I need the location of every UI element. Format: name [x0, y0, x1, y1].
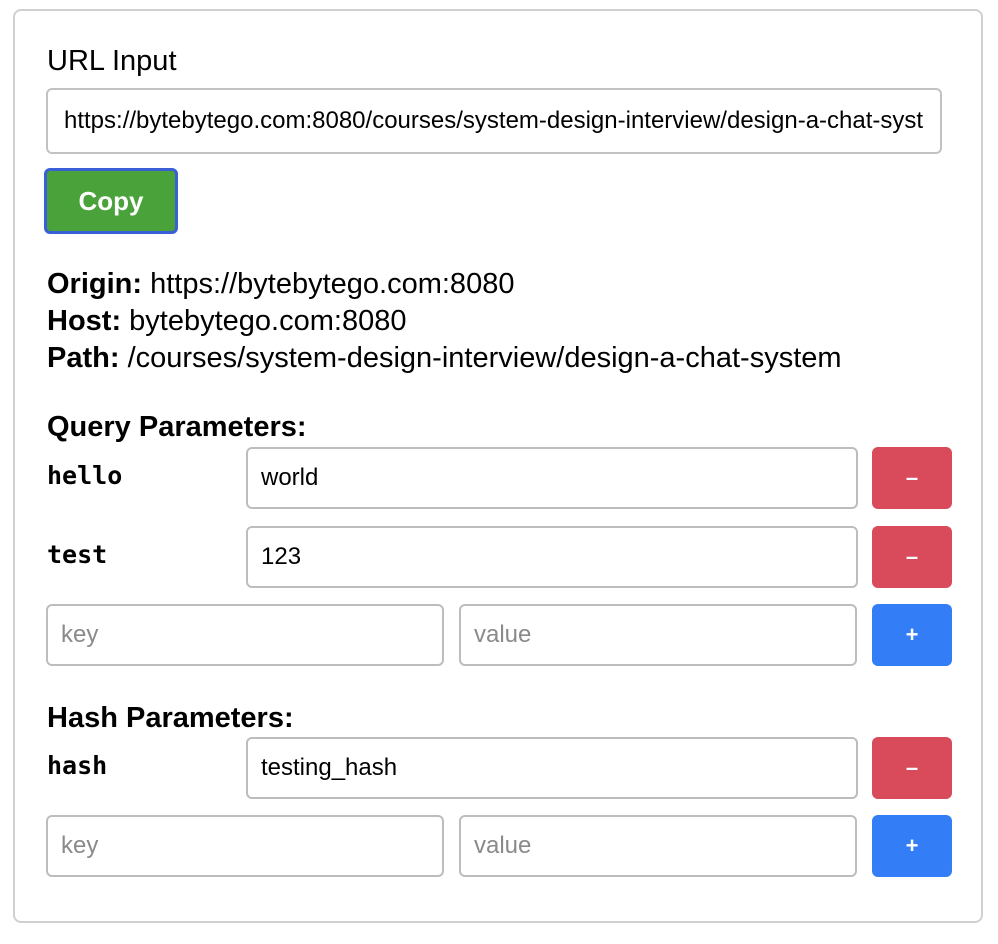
hash-param-key: hash	[47, 751, 108, 780]
path-value: /courses/system-design-interview/design-…	[127, 342, 842, 374]
add-query-param-button[interactable]: +	[872, 604, 952, 666]
query-parameters-title: Query Parameters:	[47, 411, 307, 443]
query-param-key: test	[47, 540, 108, 569]
new-query-value-input[interactable]	[459, 604, 857, 666]
host-value: bytebytego.com:8080	[129, 305, 407, 337]
remove-query-param-button[interactable]: –	[872, 447, 952, 509]
new-hash-value-input[interactable]	[459, 815, 857, 877]
url-input[interactable]	[46, 88, 942, 154]
hash-param-value-input[interactable]	[246, 737, 858, 799]
url-input-label: URL Input	[47, 45, 177, 77]
query-param-key: hello	[47, 461, 123, 490]
origin-value: https://bytebytego.com:8080	[150, 268, 515, 300]
new-hash-key-input[interactable]	[46, 815, 444, 877]
new-query-key-input[interactable]	[46, 604, 444, 666]
path-row: Path: /courses/system-design-interview/d…	[47, 340, 842, 376]
path-label: Path:	[47, 342, 120, 374]
origin-label: Origin:	[47, 268, 143, 300]
copy-button[interactable]: Copy	[44, 168, 178, 234]
host-row: Host: bytebytego.com:8080	[47, 303, 406, 339]
remove-hash-param-button[interactable]: –	[872, 737, 952, 799]
add-hash-param-button[interactable]: +	[872, 815, 952, 877]
remove-query-param-button[interactable]: –	[872, 526, 952, 588]
query-param-value-input[interactable]	[246, 447, 858, 509]
hash-parameters-title: Hash Parameters:	[47, 702, 294, 734]
query-param-value-input[interactable]	[246, 526, 858, 588]
host-label: Host:	[47, 305, 122, 337]
origin-row: Origin: https://bytebytego.com:8080	[47, 266, 514, 302]
